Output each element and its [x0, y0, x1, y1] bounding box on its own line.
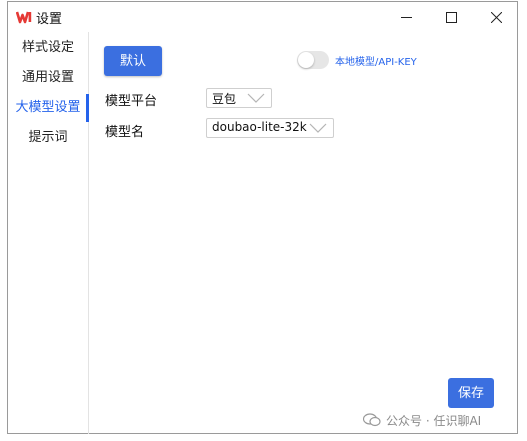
title-bar: 设置 — [8, 2, 517, 32]
settings-sidebar: 样式设定 通用设置 大模型设置 提示词 — [8, 32, 89, 434]
close-icon — [491, 11, 502, 23]
watermark-text: 公众号 · 任识聊AI — [386, 413, 482, 428]
minimize-button[interactable] — [384, 2, 429, 32]
local-model-toggle[interactable] — [297, 51, 329, 69]
model-select[interactable]: doubao-lite-32k — [206, 118, 334, 138]
watermark: 公众号 · 任识聊AI — [363, 411, 481, 429]
platform-select[interactable]: 豆包 — [206, 88, 272, 108]
model-label: 模型名 — [105, 125, 145, 140]
default-button[interactable]: 默认 — [104, 46, 162, 76]
wps-logo-icon — [15, 9, 32, 25]
wechat-icon — [363, 413, 381, 427]
close-button[interactable] — [474, 2, 519, 32]
settings-window: 设置 样式设定 通用设置 大模型设置 提示词 默认 本地模型/API-KEY 模… — [7, 1, 518, 434]
chevron-down-icon — [247, 93, 265, 103]
model-value: doubao-lite-32k — [212, 120, 307, 134]
save-button[interactable]: 保存 — [448, 378, 494, 408]
platform-value: 豆包 — [212, 92, 237, 106]
sidebar-item-general[interactable]: 通用设置 — [8, 64, 88, 92]
maximize-button[interactable] — [429, 2, 474, 32]
chevron-down-icon — [309, 123, 327, 133]
window-title: 设置 — [36, 12, 63, 27]
sidebar-item-llm[interactable]: 大模型设置 — [8, 94, 88, 122]
platform-label: 模型平台 — [105, 94, 158, 109]
sidebar-item-prompts[interactable]: 提示词 — [8, 124, 88, 152]
maximize-icon — [446, 11, 457, 23]
sidebar-item-style[interactable]: 样式设定 — [8, 34, 88, 62]
toggle-knob — [298, 52, 314, 68]
minimize-icon — [401, 16, 412, 18]
settings-content: 默认 本地模型/API-KEY 模型平台 豆包 模型名 doubao-lite-… — [89, 32, 517, 434]
toggle-label: 本地模型/API-KEY — [335, 57, 417, 68]
